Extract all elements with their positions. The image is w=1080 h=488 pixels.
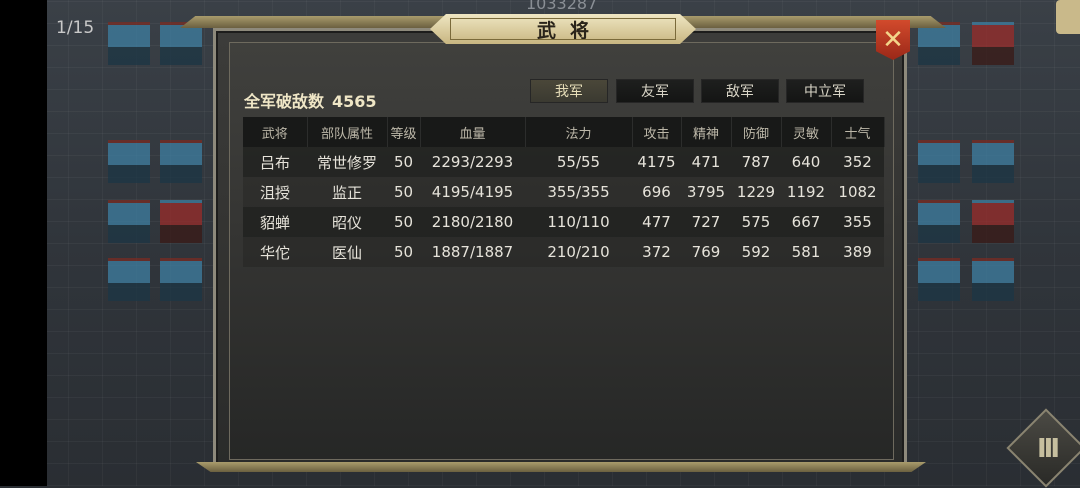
header-defense: 防御 (731, 117, 782, 147)
wave-counter: 1/15 (56, 18, 95, 38)
cell-unit-type: 昭仪 (331, 213, 362, 232)
panel-title: 武将 (536, 19, 603, 42)
general-stats-table: 武将 部队属性 等级 血量 法力 攻击 精神 防御 灵敏 士气 吕布 常世修罗 … (243, 117, 885, 267)
header-spirit: 精神 (681, 117, 732, 147)
cell-mp: 210/210 (547, 243, 610, 261)
total-kills-value: 4565 (332, 92, 377, 111)
header-morale: 士气 (831, 117, 885, 147)
cell-attack: 696 (642, 183, 671, 201)
cell-general: 沮授 (259, 183, 290, 202)
cell-level: 50 (393, 213, 414, 231)
cell-morale: 389 (843, 243, 872, 261)
unit-sprite (108, 140, 150, 183)
header-level: 等级 (387, 117, 421, 147)
close-x-icon: ✕ (882, 25, 904, 55)
unit-sprite (918, 22, 960, 65)
unit-sprite (108, 200, 150, 243)
header-general: 武将 (243, 117, 308, 147)
cell-mp: 355/355 (547, 183, 610, 201)
unit-sprite (160, 22, 202, 65)
cell-unit-type: 监正 (331, 183, 362, 202)
table-row[interactable]: 沮授 监正 50 4195/4195 355/355 696 3795 1229… (243, 177, 884, 207)
cell-morale: 352 (843, 153, 872, 171)
panel-bottom-rail (196, 462, 926, 472)
cell-agility: 1192 (786, 183, 826, 201)
tab-neutral-army[interactable]: 中立军 (786, 79, 864, 103)
cell-level: 50 (393, 183, 414, 201)
cell-hp: 1887/1887 (431, 243, 514, 261)
cell-hp: 4195/4195 (431, 183, 514, 201)
panel-title-plate: 武将 (430, 14, 696, 44)
unit-sprite (918, 200, 960, 243)
unit-sprite (972, 22, 1014, 65)
cell-mp: 55/55 (556, 153, 601, 171)
cell-defense: 1229 (736, 183, 776, 201)
cell-hp: 2293/2293 (431, 153, 514, 171)
cell-attack: 4175 (637, 153, 676, 171)
cell-unit-type: 医仙 (331, 243, 362, 262)
tab-my-army[interactable]: 我军 (530, 79, 608, 103)
table-row[interactable]: 貂蝉 昭仪 50 2180/2180 110/110 477 727 575 6… (243, 207, 884, 237)
screen-edge-bar (0, 0, 47, 486)
cell-general: 貂蝉 (259, 213, 290, 232)
unit-sprite (972, 258, 1014, 301)
cell-morale: 355 (843, 213, 872, 231)
cell-spirit: 769 (691, 243, 721, 261)
cell-defense: 787 (741, 153, 771, 171)
unit-sprite (108, 258, 150, 301)
cell-general: 吕布 (259, 153, 290, 172)
total-kills: 全军破敌数 4565 (244, 88, 377, 112)
cell-agility: 581 (791, 243, 821, 261)
cell-defense: 575 (741, 213, 771, 231)
unit-sprite (160, 258, 202, 301)
unit-sprite (160, 200, 202, 243)
cell-hp: 2180/2180 (431, 213, 514, 231)
cell-agility: 667 (791, 213, 821, 231)
cell-unit-type: 常世修罗 (316, 153, 377, 172)
table-header-row: 武将 部队属性 等级 血量 法力 攻击 精神 防御 灵敏 士气 (243, 117, 885, 147)
cell-attack: 372 (642, 243, 671, 261)
cell-spirit: 471 (691, 153, 721, 171)
cell-agility: 640 (791, 153, 821, 171)
unit-sprite (972, 200, 1014, 243)
cell-spirit: 727 (691, 213, 721, 231)
header-agility: 灵敏 (781, 117, 832, 147)
cell-attack: 477 (642, 213, 671, 231)
cell-level: 50 (393, 243, 414, 261)
unit-sprite (918, 258, 960, 301)
unit-sprite (918, 140, 960, 183)
cell-morale: 1082 (838, 183, 877, 201)
menu-bars-icon: III (1036, 434, 1060, 464)
unit-sprite (160, 140, 202, 183)
cell-mp: 110/110 (547, 213, 610, 231)
header-attack: 攻击 (632, 117, 682, 147)
cell-spirit: 3795 (686, 183, 726, 201)
cell-defense: 592 (741, 243, 771, 261)
unit-sprite (108, 22, 150, 65)
header-hp: 血量 (420, 117, 526, 147)
total-kills-label: 全军破敌数 (244, 92, 325, 111)
side-tab-icon[interactable] (1056, 0, 1080, 34)
table-row[interactable]: 华佗 医仙 50 1887/1887 210/210 372 769 592 5… (243, 237, 884, 267)
header-mp: 法力 (525, 117, 633, 147)
tab-allied-army[interactable]: 友军 (616, 79, 694, 103)
table-row[interactable]: 吕布 常世修罗 50 2293/2293 55/55 4175 471 787 … (243, 147, 884, 177)
score-readout: 1033287 (526, 0, 598, 13)
unit-sprite (972, 140, 1014, 183)
cell-level: 50 (393, 153, 414, 171)
tab-enemy-army[interactable]: 敌军 (701, 79, 779, 103)
header-unit-type: 部队属性 (307, 117, 388, 147)
cell-general: 华佗 (259, 243, 290, 262)
